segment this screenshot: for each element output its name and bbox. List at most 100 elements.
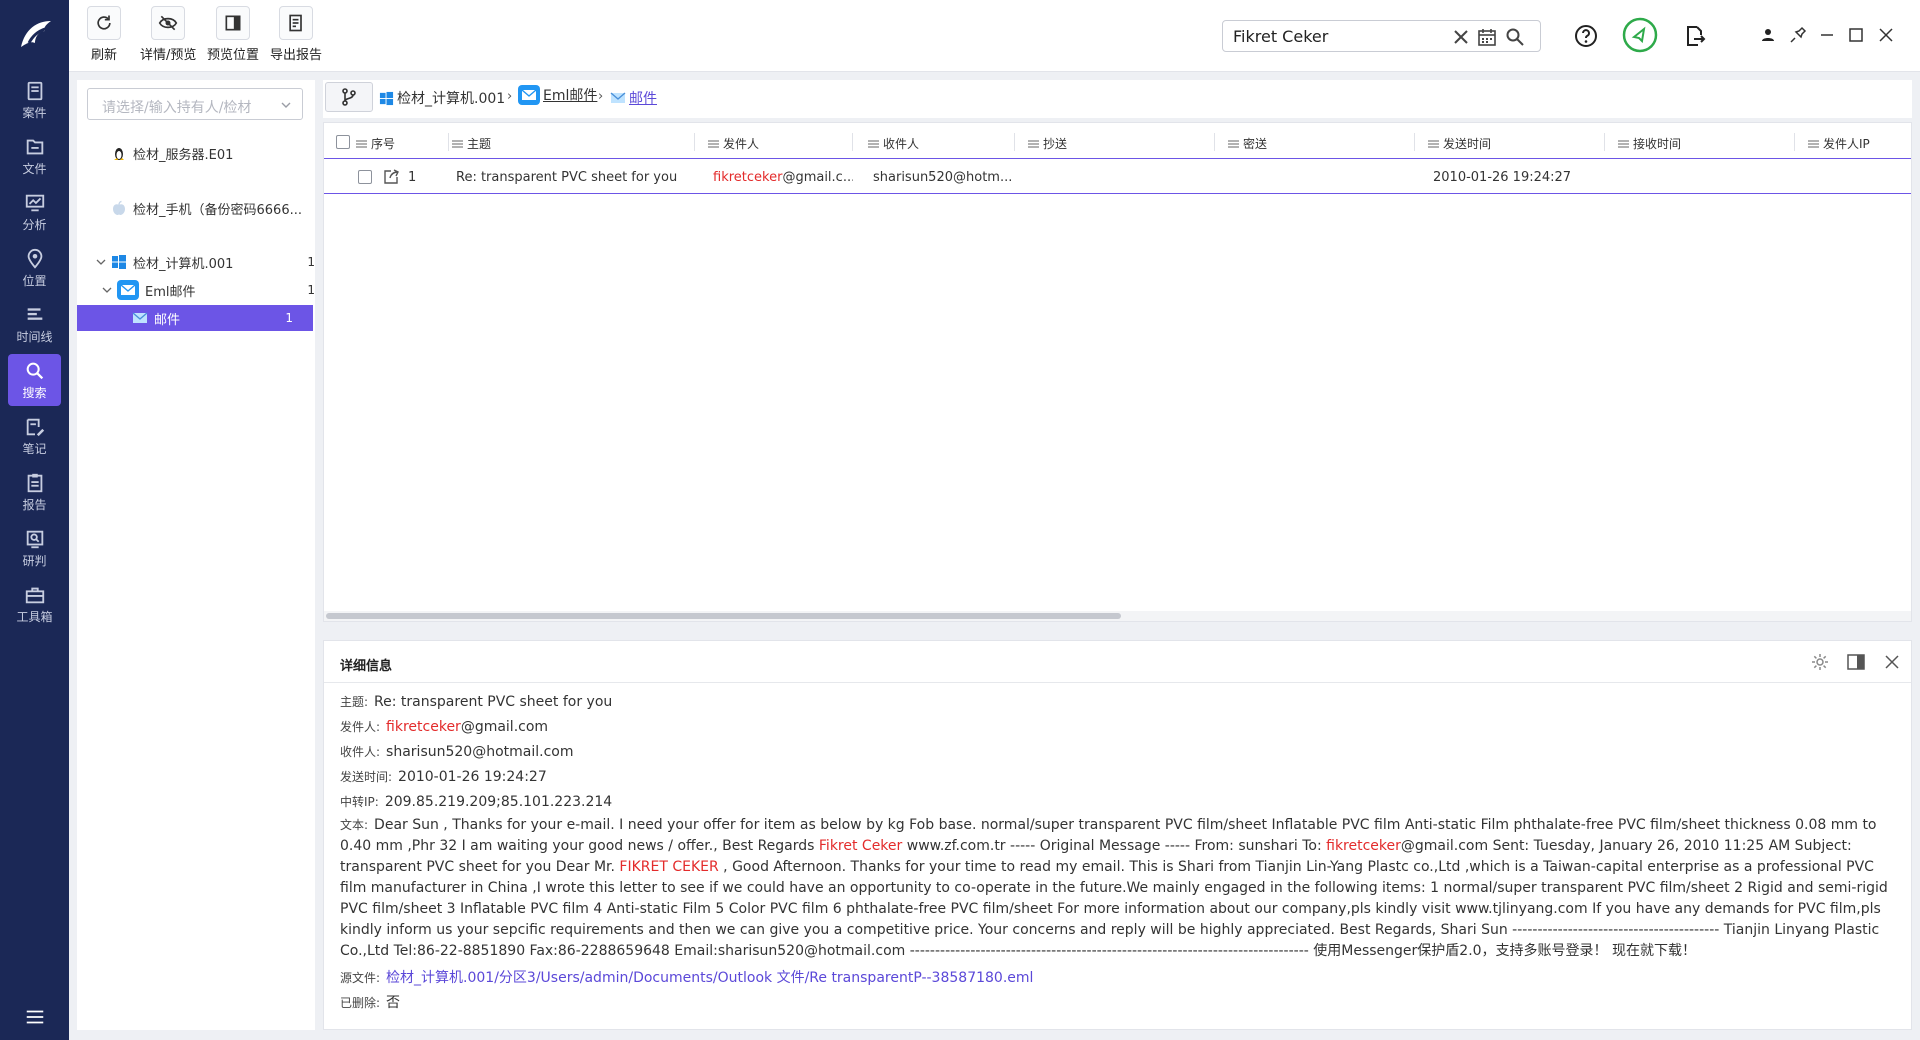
search-input[interactable] (1233, 26, 1443, 46)
maximize-icon[interactable] (1847, 26, 1865, 44)
field-label: 已删除: (340, 996, 381, 1010)
field-label: 中转IP: (340, 795, 379, 809)
tree-node-phone[interactable]: 检材_手机（备份密码6666... (111, 195, 311, 221)
top-toolbar: 刷新 详情/预览 预览位置 导出报告 (69, 0, 1920, 72)
minimize-icon[interactable] (1818, 26, 1836, 44)
breadcrumb-label: 邮件 (629, 91, 657, 107)
close-icon[interactable] (1882, 652, 1902, 672)
toolbox-icon (25, 587, 44, 603)
column-header[interactable]: 发送时间 (1428, 135, 1491, 152)
file-icon (26, 139, 43, 154)
table-row[interactable]: 1 Re: transparent PVC sheet for you fikr… (324, 160, 1911, 194)
table-header: 序号 主题 发件人 收件人 抄送 密送 发送时间 接收时间 发件人IP (324, 125, 1911, 159)
chevron-down-icon (281, 102, 291, 108)
close-icon[interactable] (1877, 26, 1895, 44)
row-checkbox[interactable] (358, 170, 372, 184)
tree-node-mail[interactable]: 邮件 1 (77, 305, 313, 331)
sender-rest: @gmail.c... (782, 170, 853, 185)
column-header[interactable]: 密送 (1228, 135, 1267, 152)
column-menu-icon (356, 140, 367, 147)
cell-index: 1 (408, 170, 417, 185)
holder-select[interactable]: 请选择/输入持有人/检材 (87, 88, 303, 120)
chevron-down-icon (96, 259, 106, 265)
rail-item-note[interactable]: 笔记 (8, 410, 61, 462)
rail-item-analysis[interactable]: 分析 (8, 186, 61, 238)
mail-icon (518, 85, 540, 105)
source-file-link[interactable]: 检材_计算机.001/分区3/Users/admin/Documents/Out… (386, 970, 1033, 986)
rail-item-report[interactable]: 报告 (8, 466, 61, 518)
envelope-icon (132, 312, 148, 323)
detail-sent-time: 发送时间: 2010-01-26 19:24:27 (340, 767, 547, 788)
preview-position-button[interactable]: 预览位置 (207, 6, 259, 63)
scrollbar-thumb[interactable] (326, 613, 1121, 619)
rail-item-case[interactable]: 案件 (8, 74, 61, 126)
rail-item-toolbox[interactable]: 工具箱 (8, 578, 61, 630)
column-label: 发件人 (723, 137, 760, 151)
shield-check-icon (1622, 17, 1658, 53)
rail-label: 笔记 (22, 441, 47, 456)
breadcrumb-separator: › (598, 89, 604, 104)
tree-node-label: 检材_计算机.001 (133, 256, 234, 272)
detail-preview-label: 详情/预览 (140, 48, 197, 63)
tree-node-computer[interactable]: 检材_计算机.001 1 (95, 249, 315, 275)
tree-node-label: 检材_手机（备份密码6666... (133, 202, 302, 218)
field-value: 209.85.219.209;85.101.223.214 (384, 794, 613, 810)
rail-item-location[interactable]: 位置 (8, 242, 61, 294)
chevron-down-icon (102, 287, 112, 293)
detail-preview-button[interactable]: 详情/预览 (140, 6, 196, 63)
column-header[interactable]: 收件人 (868, 135, 919, 152)
pin-icon[interactable] (1789, 26, 1807, 44)
field-value: 否 (386, 995, 401, 1011)
tree-node-count: 1 (285, 311, 293, 325)
column-header[interactable]: 抄送 (1028, 135, 1067, 152)
horizontal-scrollbar[interactable] (324, 611, 1911, 621)
breadcrumb-item-mail[interactable]: 邮件 (610, 88, 657, 108)
select-all-checkbox[interactable] (336, 135, 350, 149)
menu-button[interactable] (0, 1002, 69, 1032)
search-icon[interactable] (1505, 27, 1525, 47)
tree-node-count: 1 (307, 283, 315, 297)
help-button[interactable] (1571, 21, 1601, 51)
refresh-icon (97, 15, 111, 30)
export-report-icon (289, 14, 302, 32)
detail-deleted: 已删除: 否 (340, 993, 400, 1014)
rail-label: 时间线 (16, 329, 53, 344)
holder-select-placeholder: 请选择/输入持有人/检材 (102, 100, 252, 116)
column-header[interactable]: 主题 (452, 135, 491, 152)
report-icon (27, 473, 42, 492)
rail-item-search[interactable]: 搜索 (8, 354, 61, 406)
column-header[interactable]: 发件人 (708, 135, 759, 152)
breadcrumb-item-computer[interactable]: 检材_计算机.001 (379, 88, 505, 108)
column-label: 密送 (1243, 137, 1268, 151)
column-menu-icon (708, 140, 719, 147)
location-icon (27, 248, 42, 269)
field-label: 发送时间: (340, 770, 393, 784)
clear-icon[interactable] (1451, 27, 1471, 47)
calendar-icon[interactable] (1477, 27, 1497, 47)
column-label: 收件人 (883, 137, 920, 151)
column-label: 抄送 (1043, 137, 1068, 151)
status-button[interactable] (1622, 17, 1658, 53)
rail-item-timeline[interactable]: 时间线 (8, 298, 61, 350)
note-icon (26, 418, 44, 436)
column-header[interactable]: 序号 (356, 135, 395, 152)
export-report-button[interactable]: 导出报告 (270, 6, 322, 63)
branch-button[interactable] (325, 82, 373, 112)
tree-node-eml[interactable]: Eml邮件 1 (101, 277, 315, 303)
breadcrumb-item-eml[interactable]: Eml邮件 (518, 85, 597, 105)
column-header[interactable]: 发件人IP (1808, 135, 1870, 152)
column-header[interactable]: 接收时间 (1618, 135, 1681, 152)
rail-item-file[interactable]: 文件 (8, 130, 61, 182)
export-button[interactable] (1680, 21, 1710, 51)
rail-item-judge[interactable]: 研判 (8, 522, 61, 574)
user-icon[interactable] (1759, 26, 1777, 44)
tree-node-server[interactable]: 检材_服务器.E01 (111, 140, 311, 166)
detail-subject: 主题: Re: transparent PVC sheet for you (340, 692, 612, 713)
open-external-icon[interactable] (382, 168, 400, 186)
sender-highlight: fikretceker (713, 170, 783, 185)
settings-icon[interactable] (1810, 652, 1830, 672)
left-rail: 案件 文件 分析 位置 时间线 搜索 笔记 报告 研判 工具箱 (0, 0, 69, 1040)
timeline-icon (27, 307, 42, 320)
refresh-button[interactable]: 刷新 (87, 6, 121, 63)
panel-right-icon[interactable] (1846, 652, 1866, 672)
